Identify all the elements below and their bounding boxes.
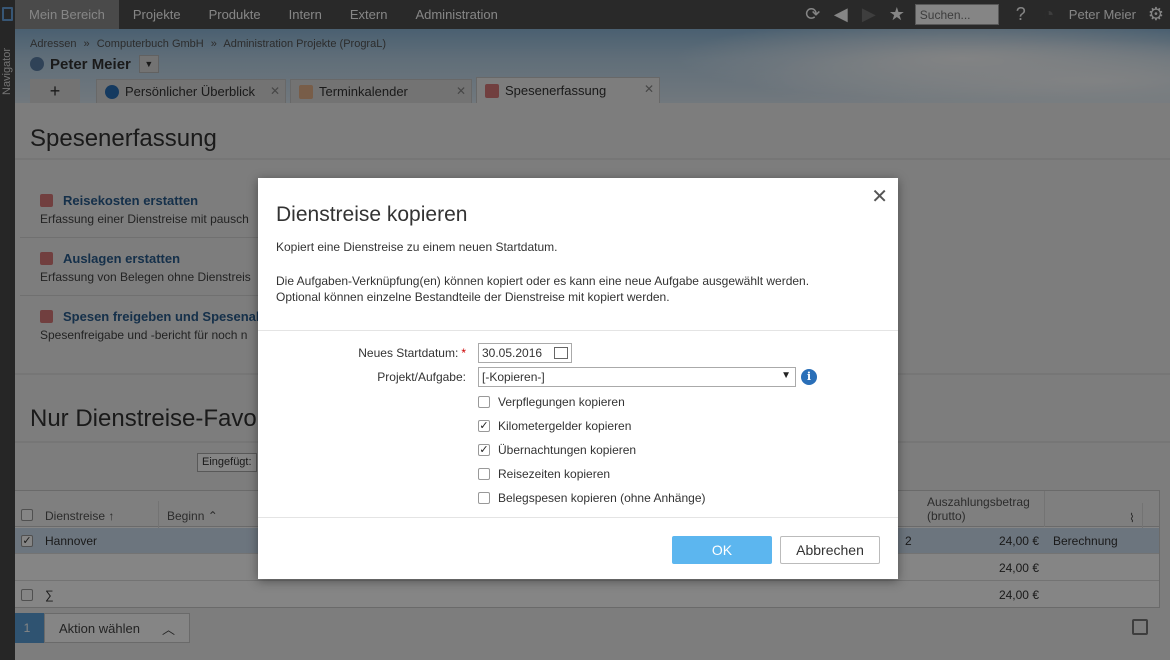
dialog-text: Optional können einzelne Bestandteile de… <box>276 290 670 304</box>
checkbox-verpflegungen[interactable]: Verpflegungen kopieren <box>478 395 625 409</box>
checkbox[interactable] <box>478 396 490 408</box>
checkbox-label: Verpflegungen kopieren <box>498 395 625 409</box>
checkbox-uebernachtungen[interactable]: ✓ Übernachtungen kopieren <box>478 443 636 457</box>
start-date-input[interactable]: 30.05.2016 <box>478 343 572 363</box>
info-icon[interactable]: i <box>801 369 817 385</box>
project-select-value: [-Kopieren-] <box>482 370 545 384</box>
checkbox[interactable]: ✓ <box>478 444 490 456</box>
close-icon[interactable]: ✕ <box>871 184 888 209</box>
checkbox[interactable] <box>478 492 490 504</box>
start-date-label-text: Neues Startdatum: <box>358 346 459 360</box>
ok-button[interactable]: OK <box>672 536 772 564</box>
checkbox[interactable] <box>478 468 490 480</box>
checkbox-kilometergelder[interactable]: ✓ Kilometergelder kopieren <box>478 419 631 433</box>
checkbox-belegspesen[interactable]: Belegspesen kopieren (ohne Anhänge) <box>478 491 706 505</box>
calendar-icon[interactable] <box>554 347 568 359</box>
start-date-label: Neues Startdatum: * <box>358 346 466 360</box>
checkbox-reisezeiten[interactable]: Reisezeiten kopieren <box>478 467 610 481</box>
checkbox-label: Kilometergelder kopieren <box>498 419 632 433</box>
checkbox-label: Reisezeiten kopieren <box>498 467 611 481</box>
cancel-button[interactable]: Abbrechen <box>780 536 880 564</box>
dialog-title: Dienstreise kopieren <box>276 203 468 226</box>
start-date-value: 30.05.2016 <box>482 346 543 360</box>
dialog-text: Kopiert eine Dienstreise zu einem neuen … <box>276 240 558 254</box>
project-select[interactable]: [-Kopieren-] ▼ <box>478 367 796 387</box>
checkbox-label: Übernachtungen kopieren <box>498 443 637 457</box>
checkbox[interactable]: ✓ <box>478 420 490 432</box>
project-label: Projekt/Aufgabe: <box>377 370 466 384</box>
dropdown-arrow-icon: ▼ <box>781 370 791 381</box>
copy-trip-dialog: ✕ Dienstreise kopieren Kopiert eine Dien… <box>258 178 898 579</box>
dialog-text: Die Aufgaben-Verknüpfung(en) können kopi… <box>276 274 810 288</box>
divider <box>258 330 898 331</box>
required-mark: * <box>461 346 466 360</box>
divider <box>258 517 898 518</box>
checkbox-label: Belegspesen kopieren (ohne Anhänge) <box>498 491 706 505</box>
